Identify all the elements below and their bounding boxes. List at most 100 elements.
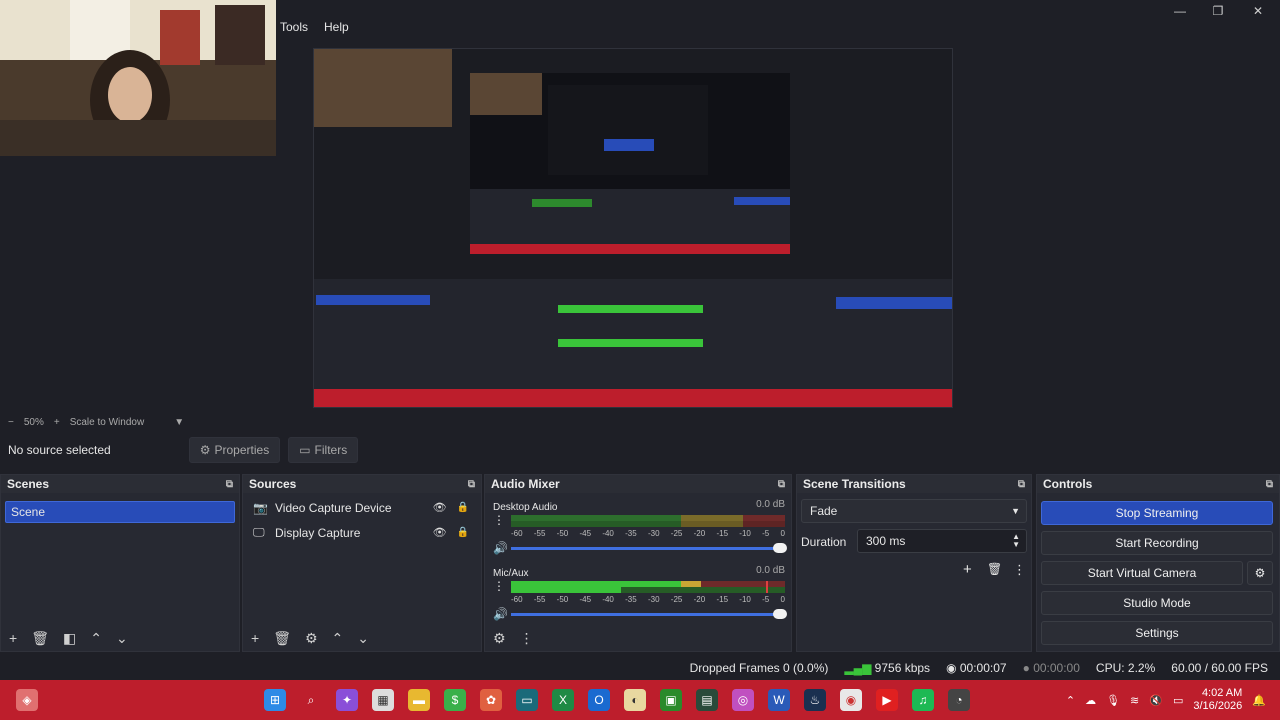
dropped-frames: Dropped Frames 0 (0.0%) — [689, 661, 829, 675]
start-virtual-camera-button[interactable]: Start Virtual Camera — [1041, 561, 1243, 585]
wifi-icon[interactable]: ≋ — [1130, 694, 1139, 707]
widgets-icon[interactable]: ◈ — [16, 689, 38, 711]
youtube-icon[interactable]: ▶ — [876, 689, 898, 711]
menu-help[interactable]: Help — [324, 20, 349, 34]
undock-icon[interactable]: ⧉ — [468, 479, 475, 490]
volume-slider[interactable] — [511, 543, 787, 553]
tick: -55 — [533, 529, 546, 538]
app-icon[interactable]: ▤ — [696, 689, 718, 711]
duration-field[interactable]: 300 ms ▲ ▼ — [857, 529, 1027, 553]
add-icon[interactable]: + — [963, 561, 972, 578]
chevron-down-icon[interactable]: ▼ — [174, 417, 184, 428]
menu-tools[interactable]: Tools — [280, 20, 308, 34]
lock-icon[interactable]: 🔒 — [457, 502, 469, 513]
spinner-icon[interactable]: ▲ ▼ — [1012, 533, 1020, 549]
undock-icon[interactable]: ⧉ — [226, 479, 233, 490]
move-down-icon[interactable]: ⌄ — [116, 630, 128, 647]
add-scene-icon[interactable]: + — [9, 630, 17, 646]
trash-icon[interactable]: 🗑 — [987, 562, 1002, 576]
bitrate-value: 9756 kbps — [874, 661, 931, 675]
undock-icon[interactable]: ⧉ — [1018, 479, 1025, 490]
transition-select[interactable]: Fade ▼ — [801, 499, 1027, 523]
volume-slider[interactable] — [511, 609, 787, 619]
kebab-menu-icon[interactable]: ⋮ — [1013, 562, 1026, 578]
signal-icon: ▂▄▆ — [844, 661, 875, 675]
move-up-icon[interactable]: ⌃ — [332, 630, 344, 647]
trash-icon[interactable]: 🗑 — [273, 630, 291, 647]
scenes-dock: Scenes ⧉ Scene + 🗑 ◧ ⌃ ⌄ — [0, 474, 240, 652]
app-icon[interactable]: $ — [444, 689, 466, 711]
speaker-icon[interactable]: 🔊 — [493, 541, 508, 555]
speaker-icon[interactable]: 🔊 — [493, 607, 508, 621]
move-up-icon[interactable]: ⌃ — [90, 630, 102, 647]
zoom-in-button[interactable]: + — [54, 417, 60, 428]
file-explorer-icon[interactable]: ▬ — [408, 689, 430, 711]
filter-icon: ▭ — [299, 443, 311, 457]
microphone-icon[interactable]: 🎙 — [1106, 694, 1120, 707]
onedrive-icon[interactable]: ☁ — [1085, 694, 1096, 707]
copilot-icon[interactable]: ✦ — [336, 689, 358, 711]
trash-icon[interactable]: 🗑 — [31, 630, 49, 647]
source-item-video-capture[interactable]: 📷 Video Capture Device 👁 🔒 — [243, 495, 481, 520]
eye-icon[interactable]: 👁 — [433, 501, 447, 514]
properties-button[interactable]: ⚙ Properties — [188, 437, 281, 463]
zoom-bar: − 50% + Scale to Window ▼ — [0, 414, 1280, 430]
chevron-up-icon[interactable]: ⌃ — [1066, 694, 1075, 707]
lock-icon[interactable]: 🔒 — [457, 527, 469, 538]
scale-mode[interactable]: Scale to Window — [70, 417, 144, 428]
kebab-menu-icon[interactable]: ⋮ — [493, 513, 505, 527]
obs-icon[interactable]: ◔ — [948, 689, 970, 711]
speaker-mute-icon[interactable]: 🔇 — [1149, 694, 1163, 707]
sources-title: Sources — [249, 477, 297, 491]
tick: -40 — [602, 595, 614, 604]
gear-icon[interactable]: ⚙ — [1247, 561, 1273, 585]
app-icon[interactable]: ▭ — [516, 689, 538, 711]
undock-icon[interactable]: ⧉ — [778, 479, 785, 490]
zoom-out-button[interactable]: − — [8, 417, 14, 428]
filters-button[interactable]: ▭ Filters — [288, 437, 359, 463]
restore-button[interactable]: ❐ — [1200, 2, 1236, 20]
app-icon[interactable]: ◎ — [732, 689, 754, 711]
outlook-icon[interactable]: O — [588, 689, 610, 711]
settings-button[interactable]: Settings — [1041, 621, 1273, 645]
battery-icon[interactable]: ▭ — [1173, 694, 1183, 707]
clock[interactable]: 4:02 AM 3/16/2026 — [1193, 687, 1242, 713]
slider-handle[interactable] — [773, 543, 787, 553]
mixer-channel-mic: Mic/Aux 0.0 dB ⋮ -60 -55 -50 -45 -40 -35 -30 -2… — [493, 565, 787, 621]
tick: -60 — [511, 595, 523, 604]
minimize-button[interactable]: — — [1162, 2, 1198, 20]
studio-mode-button[interactable]: Studio Mode — [1041, 591, 1273, 615]
gear-icon[interactable]: ⚙ — [305, 630, 318, 647]
calendar-icon[interactable]: ▦ — [372, 689, 394, 711]
transitions-title-bar: Scene Transitions ⧉ — [797, 475, 1031, 493]
word-icon[interactable]: W — [768, 689, 790, 711]
tick: -20 — [693, 595, 706, 604]
app-icon[interactable]: ◐ — [624, 689, 646, 711]
eye-icon[interactable]: 👁 — [433, 526, 447, 539]
start-recording-button[interactable]: Start Recording — [1041, 531, 1273, 555]
undock-icon[interactable]: ⧉ — [1266, 479, 1273, 490]
advanced-audio-icon[interactable]: ⚙ — [493, 630, 506, 647]
scene-filter-icon[interactable]: ◧ — [63, 630, 76, 647]
search-icon[interactable]: ⌕ — [300, 689, 322, 711]
broadcast-icon: ◉ — [946, 661, 960, 675]
steam-icon[interactable]: ♨ — [804, 689, 826, 711]
move-down-icon[interactable]: ⌄ — [357, 630, 369, 647]
close-button[interactable]: ✕ — [1240, 2, 1276, 20]
app-icon[interactable]: ✿ — [480, 689, 502, 711]
stop-streaming-button[interactable]: Stop Streaming — [1041, 501, 1273, 525]
preview-canvas[interactable] — [313, 48, 953, 408]
notification-icon[interactable]: 🔔 — [1252, 694, 1266, 707]
spotify-icon[interactable]: ♫ — [912, 689, 934, 711]
add-source-icon[interactable]: + — [251, 630, 259, 646]
controls-title: Controls — [1043, 477, 1093, 491]
kebab-menu-icon[interactable]: ⋮ — [493, 579, 505, 593]
chrome-icon[interactable]: ◉ — [840, 689, 862, 711]
scene-list-item[interactable]: Scene — [5, 501, 235, 523]
source-item-display-capture[interactable]: 🖵 Display Capture 👁 🔒 — [243, 520, 481, 545]
minecraft-icon[interactable]: ▣ — [660, 689, 682, 711]
excel-icon[interactable]: X — [552, 689, 574, 711]
windows-start-icon[interactable]: ⊞ — [264, 689, 286, 711]
kebab-menu-icon[interactable]: ⋮ — [520, 630, 534, 647]
slider-handle[interactable] — [773, 609, 787, 619]
